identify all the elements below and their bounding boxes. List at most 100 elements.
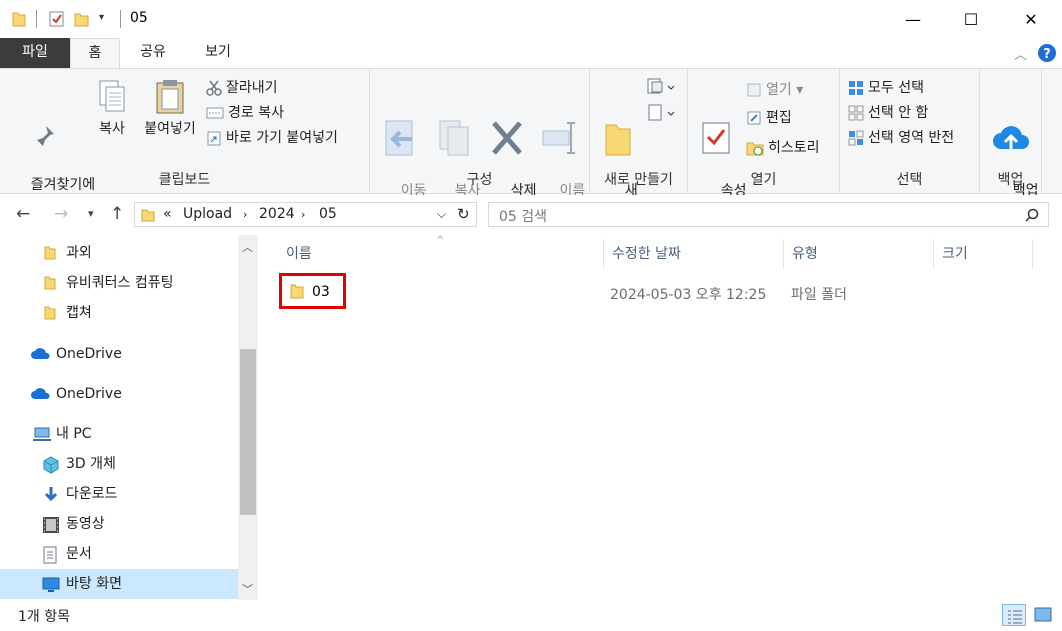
column-separator[interactable] <box>933 239 934 269</box>
column-separator[interactable] <box>783 239 784 269</box>
history-button[interactable]: 히스토리 <box>746 137 820 159</box>
breadcrumb-overflow[interactable]: « <box>163 206 172 222</box>
copy-path-button[interactable]: 경로 복사 <box>206 102 284 124</box>
nav-item-downloads[interactable]: 다운로드 <box>0 479 238 509</box>
tab-share[interactable]: 공유 <box>124 38 182 68</box>
close-button[interactable]: ✕ <box>1008 0 1054 38</box>
new-item-icon[interactable] <box>646 77 676 97</box>
group-label-backup: 백업 <box>997 172 1024 188</box>
help-icon[interactable]: ? <box>1037 43 1057 63</box>
column-header-name[interactable]: 이름 <box>286 243 312 263</box>
nav-item-onedrive[interactable]: OneDrive <box>0 339 238 369</box>
breadcrumb-separator[interactable]: › <box>243 208 247 221</box>
address-dropdown-icon[interactable]: ⌵ <box>437 207 446 222</box>
scroll-down-icon[interactable]: ﹀ <box>242 581 253 597</box>
copy-icon <box>99 80 125 112</box>
new-folder-icon[interactable] <box>74 11 90 27</box>
column-separator[interactable] <box>603 239 604 269</box>
properties-icon[interactable] <box>48 11 66 27</box>
nav-item-desktop[interactable]: 바탕 화면 <box>0 569 238 599</box>
group-label-select: 선택 <box>896 172 923 188</box>
maximize-button[interactable]: ☐ <box>948 0 994 38</box>
copy-to-icon <box>439 120 469 156</box>
scrollbar-thumb[interactable] <box>240 349 256 515</box>
folder-icon <box>12 12 26 27</box>
pin-icon <box>34 126 54 149</box>
select-none-button[interactable]: 선택 안 함 <box>848 102 928 124</box>
collapse-ribbon-icon[interactable]: ︿ <box>1014 44 1027 63</box>
group-label-open: 열기 <box>750 172 777 188</box>
column-header-date-modified[interactable]: 수정한 날짜 <box>612 243 681 263</box>
column-separator[interactable] <box>1032 239 1033 269</box>
desktop-icon <box>42 577 60 592</box>
breadcrumb-upload[interactable]: Upload <box>183 206 232 222</box>
paste-button[interactable]: 붙여넣기 <box>138 79 202 139</box>
nav-item-capture[interactable]: 캡쳐 <box>0 298 238 328</box>
edit-button[interactable]: 편집 <box>746 107 792 129</box>
pc-icon <box>33 427 51 441</box>
tab-file[interactable]: 파일 <box>0 38 70 68</box>
group-organize: 이동 위치 ▾ 복사 위치 ▾ 삭제 ▾ 이름 바꾸기 구성 <box>370 69 590 219</box>
breadcrumb-separator[interactable]: › <box>301 208 305 221</box>
up-button[interactable]: ↑ <box>110 204 124 224</box>
copy-button[interactable]: 복사 <box>92 79 132 139</box>
column-header-type[interactable]: 유형 <box>792 243 818 263</box>
item-count: 1개 항목 <box>18 609 70 625</box>
group-open: 속성 ▾ 열기 ▾ 편집 히스토리 열기 <box>688 69 840 219</box>
nav-item-onedrive-2[interactable]: OneDrive <box>0 379 238 409</box>
tab-view[interactable]: 보기 <box>188 38 248 68</box>
onedrive-icon <box>31 348 50 359</box>
large-icons-view-icon[interactable] <box>1032 604 1056 626</box>
search-icon[interactable] <box>1025 208 1039 222</box>
open-button[interactable]: 열기 ▾ <box>746 79 803 101</box>
column-header-size[interactable]: 크기 <box>942 243 968 263</box>
group-label-clipboard: 클립보드 <box>158 172 211 188</box>
nav-item-3d-objects[interactable]: 3D 개체 <box>0 449 238 479</box>
forward-button[interactable]: → <box>54 204 68 224</box>
address-row: ← → ▾ ↑ « Upload › 2024 › 05 ⌵ ↻ 05 검색 <box>0 195 1062 235</box>
group-label-new: 새로 만들기 <box>604 172 673 188</box>
separator <box>120 10 121 28</box>
delete-icon <box>492 121 522 155</box>
select-none-icon <box>848 105 864 121</box>
highlight-annotation-box <box>279 273 346 309</box>
nav-item-tutoring[interactable]: 과외 <box>0 238 238 268</box>
group-select: 모두 선택 선택 안 함 선택 영역 반전 선택 <box>840 69 980 193</box>
history-icon <box>746 142 764 156</box>
back-button[interactable]: ← <box>16 204 30 224</box>
recent-locations-button[interactable]: ▾ <box>88 207 94 220</box>
search-input[interactable]: 05 검색 <box>488 202 1049 227</box>
document-icon <box>43 546 57 564</box>
minimize-button[interactable]: — <box>890 0 936 38</box>
breadcrumb-2024[interactable]: 2024 <box>259 206 295 222</box>
cut-button[interactable]: 잘라내기 <box>206 77 278 99</box>
window-title: 05 <box>130 10 148 26</box>
clipboard-icon <box>156 80 184 114</box>
customize-quick-access-icon[interactable]: ▾ <box>99 12 104 23</box>
refresh-icon[interactable]: ↻ <box>457 205 470 223</box>
nav-scrollbar[interactable]: ︿ ﹀ <box>238 235 258 600</box>
breadcrumb-05[interactable]: 05 <box>319 206 337 222</box>
nav-item-videos[interactable]: 동영상 <box>0 509 238 539</box>
nav-item-ubiquitous-computing[interactable]: 유비쿼터스 컴퓨팅 <box>0 268 238 298</box>
scissors-icon <box>206 80 222 96</box>
details-view-icon[interactable] <box>1002 604 1026 626</box>
file-type: 파일 폴더 <box>791 287 847 303</box>
select-all-button[interactable]: 모두 선택 <box>848 77 924 99</box>
sort-ascending-icon: ^ <box>436 235 445 246</box>
search-placeholder: 05 검색 <box>499 209 548 225</box>
easy-access-icon[interactable] <box>646 103 676 123</box>
folder-icon <box>44 276 56 290</box>
paste-shortcut-icon <box>207 131 221 146</box>
tab-home[interactable]: 홈 <box>70 38 120 68</box>
nav-item-this-pc[interactable]: 내 PC <box>0 419 238 449</box>
scroll-up-icon[interactable]: ︿ <box>242 239 253 255</box>
address-bar[interactable]: « Upload › 2024 › 05 ⌵ ↻ <box>134 202 477 227</box>
paste-shortcut-button[interactable]: 바로 가기 붙여넣기 <box>206 127 338 149</box>
nav-item-documents[interactable]: 문서 <box>0 539 238 569</box>
open-icon <box>747 83 761 97</box>
properties-icon <box>702 122 730 154</box>
rename-icon <box>542 122 575 154</box>
video-icon <box>43 517 59 533</box>
invert-selection-button[interactable]: 선택 영역 반전 <box>848 127 954 149</box>
